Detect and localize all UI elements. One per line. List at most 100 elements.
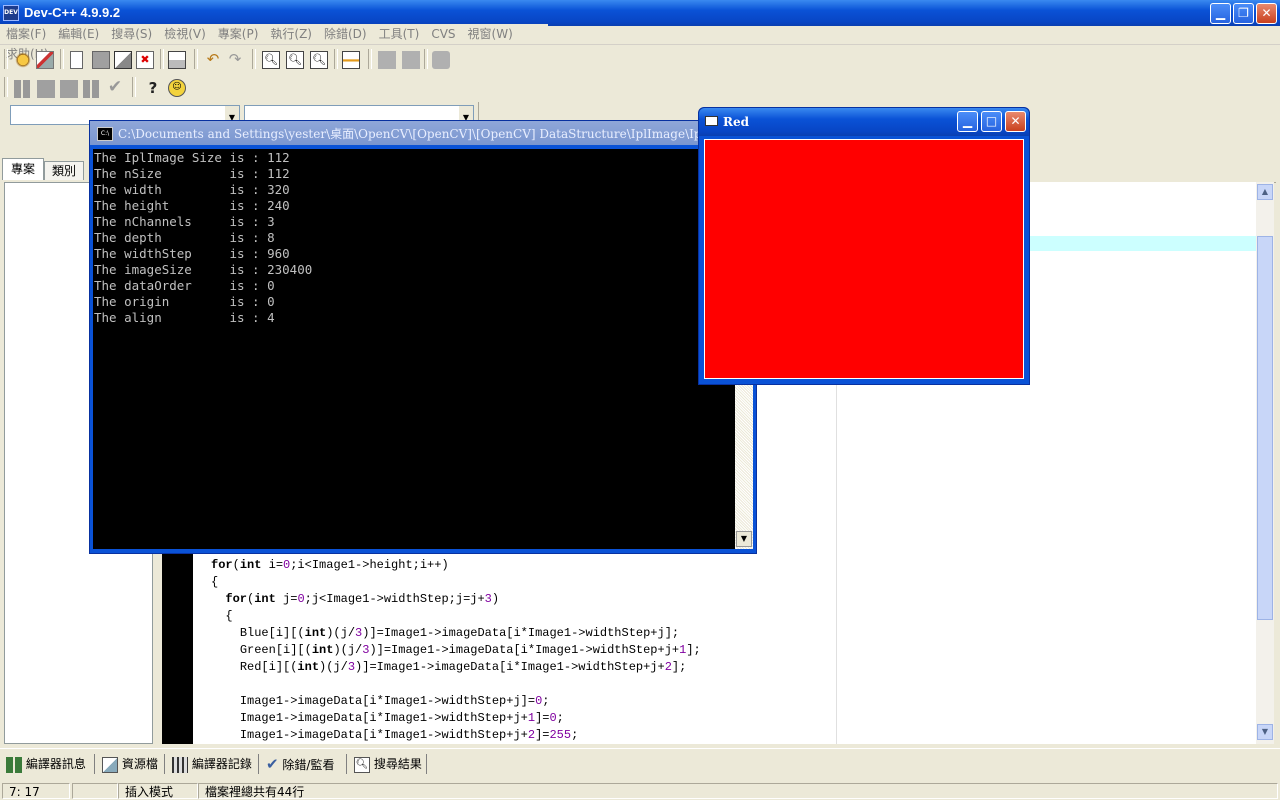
resources-icon: [102, 756, 118, 773]
about-icon[interactable]: ☺: [168, 79, 186, 97]
tab-divider: [426, 754, 427, 774]
menu-search[interactable]: 搜尋(S): [105, 24, 158, 44]
menu-debug[interactable]: 除錯(D): [318, 24, 373, 44]
app-logo-icon: DEV: [3, 5, 19, 21]
scroll-up-button[interactable]: ▲: [1257, 184, 1273, 200]
undo-icon[interactable]: ↶: [204, 51, 222, 69]
close-icon: ✕: [1261, 6, 1272, 20]
code-line: {: [211, 575, 219, 589]
tab-divider: [94, 754, 95, 774]
menu-execute[interactable]: 執行(Z): [264, 24, 318, 44]
menu-window[interactable]: 視窗(W): [462, 24, 519, 44]
tab-compile-log[interactable]: 編譯器記錄: [172, 752, 252, 776]
console-line: The align is : 4: [94, 310, 275, 325]
search-icon: 🔍︎: [354, 756, 370, 773]
grid-icon: [6, 756, 22, 773]
image-canvas[interactable]: [704, 139, 1024, 379]
compile-icon[interactable]: [14, 80, 32, 98]
minimize-icon: ▁: [962, 114, 973, 128]
code-text: for(int i=0;i<Image1->height;i++) { for(i…: [211, 557, 831, 744]
code-line: Green[i][(int)(j/3)]=Image1->imageData[i…: [239, 643, 701, 657]
rebuild-icon[interactable]: [83, 80, 101, 98]
main-title-bar[interactable]: DEV Dev-C++ 4.9.9.2 ▁ ❐ ✕: [0, 0, 1280, 26]
tab-label: 編譯器記錄: [191, 757, 252, 771]
console-output[interactable]: The IplImage Size is : 112 The nSize is :…: [93, 149, 735, 549]
console-title-bar[interactable]: C:\ C:\Documents and Settings\yester\桌面\…: [90, 121, 756, 145]
new-project-icon[interactable]: [14, 51, 32, 69]
code-line: for(int i=0;i<Image1->height;i++): [211, 558, 449, 572]
editor-scrollbar[interactable]: ▲ ▼: [1256, 182, 1274, 744]
console-title: C:\Documents and Settings\yester\桌面\Open…: [118, 127, 698, 141]
find-next-icon[interactable]: 🔍︎: [310, 51, 328, 69]
replace-icon[interactable]: 🔍︎: [286, 51, 304, 69]
help-icon[interactable]: ?: [144, 79, 162, 97]
print-icon[interactable]: [168, 51, 186, 69]
goto-line-icon[interactable]: [342, 51, 360, 69]
maximize-icon: □: [985, 114, 998, 128]
code-line: Red[i][(int)(j/3)]=Image1->imageData[i*I…: [239, 660, 687, 674]
close-button[interactable]: ✕: [1256, 3, 1277, 24]
open-project-icon[interactable]: [36, 51, 54, 69]
console-line: The nSize is : 112: [94, 166, 290, 181]
compile-run-icon[interactable]: [60, 80, 78, 98]
restore-button[interactable]: ❐: [1233, 3, 1254, 24]
tab-compiler-messages[interactable]: 編譯器訊息: [6, 752, 86, 776]
check-icon: ✔: [266, 755, 279, 773]
minimize-button[interactable]: ▁: [1210, 3, 1231, 24]
console-line: The height is : 240: [94, 198, 290, 213]
window-icon: [705, 116, 718, 126]
save-icon[interactable]: [92, 51, 110, 69]
run-icon[interactable]: [37, 80, 55, 98]
toolbar-separator: [60, 49, 64, 69]
toolbar-separator: [368, 49, 372, 69]
scroll-thumb[interactable]: [1257, 236, 1273, 620]
console-line: The widthStep is : 960: [94, 246, 290, 261]
tab-resources[interactable]: 資源檔: [102, 752, 158, 776]
menu-cvs[interactable]: CVS: [425, 24, 461, 44]
toolbar-separator: [160, 49, 164, 69]
minimize-icon: ▁: [1215, 6, 1226, 20]
menu-project[interactable]: 專案(P): [212, 24, 265, 44]
tab-label: 搜尋結果: [373, 757, 422, 771]
toolbar-separator: [424, 49, 428, 69]
tab-debug-watch[interactable]: ✔ 除錯/監看: [266, 752, 334, 776]
menu-tools[interactable]: 工具(T): [373, 24, 426, 44]
editor-top-strip: [1030, 158, 1276, 183]
scroll-down-button[interactable]: ▼: [736, 531, 752, 547]
tab-classes[interactable]: 類別: [44, 161, 84, 180]
red-image-window[interactable]: Red ▁ □ ✕: [698, 107, 1030, 385]
status-cursor-position: 7: 17: [2, 783, 70, 799]
console-line: The width is : 320: [94, 182, 290, 197]
redo-icon[interactable]: ↷: [226, 51, 244, 69]
maximize-button[interactable]: □: [981, 111, 1002, 132]
tab-divider: [346, 754, 347, 774]
console-line: The imageSize is : 230400: [94, 262, 313, 277]
forward-icon[interactable]: [402, 51, 420, 69]
tab-divider: [258, 754, 259, 774]
code-line: for(int j=0;j<Image1->widthStep;j=j+3): [225, 592, 500, 606]
tab-label: 編譯器訊息: [25, 757, 86, 771]
tab-label: 專案: [10, 162, 35, 176]
menu-view[interactable]: 檢視(V): [158, 24, 212, 44]
bookmark-icon[interactable]: [432, 51, 450, 69]
close-icon: ✕: [1010, 114, 1021, 128]
code-line: Image1->imageData[i*Image1->widthStep+j]…: [239, 694, 550, 708]
console-line: The nChannels is : 3: [94, 214, 275, 229]
check-icon[interactable]: ✔: [106, 78, 124, 96]
close-file-icon[interactable]: ✖: [136, 51, 154, 69]
menu-file[interactable]: 檔案(F): [0, 24, 52, 44]
close-button[interactable]: ✕: [1005, 111, 1026, 132]
red-window-title-bar[interactable]: Red ▁ □ ✕: [699, 108, 1029, 136]
new-file-icon[interactable]: [70, 51, 83, 69]
back-icon[interactable]: [378, 51, 396, 69]
menu-edit[interactable]: 編輯(E): [52, 24, 105, 44]
console-window[interactable]: C:\ C:\Documents and Settings\yester\桌面\…: [89, 120, 757, 554]
save-all-icon[interactable]: [114, 51, 132, 69]
scroll-down-button[interactable]: ▼: [1257, 724, 1273, 740]
minimize-button[interactable]: ▁: [957, 111, 978, 132]
tab-search-results[interactable]: 🔍︎ 搜尋結果: [354, 752, 422, 776]
toolbar-separator: [252, 49, 256, 69]
find-icon[interactable]: 🔍︎: [262, 51, 280, 69]
tab-project[interactable]: 專案: [2, 158, 44, 180]
